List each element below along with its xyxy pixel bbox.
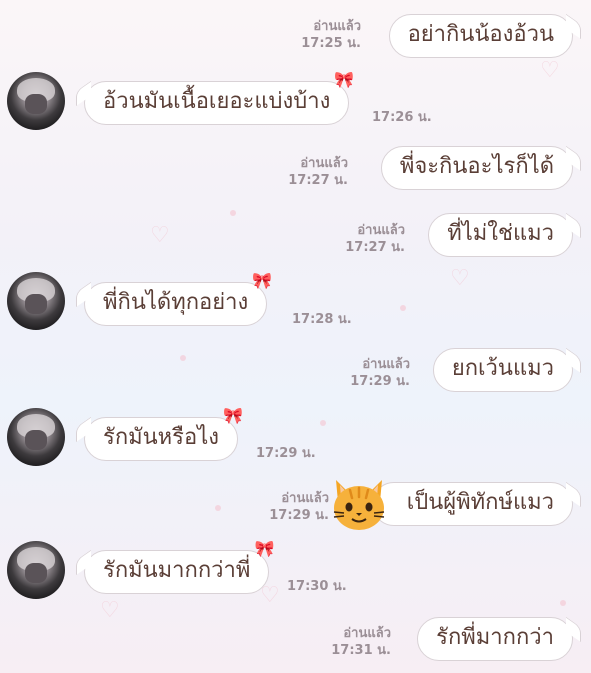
message-bubble[interactable]: อย่ากินน้องอ้วน — [388, 14, 573, 58]
contact-avatar[interactable] — [7, 272, 65, 330]
message-time: 17:25 น. — [301, 36, 361, 51]
read-receipt: อ่านแล้ว — [343, 626, 391, 641]
message-bubble[interactable]: รักมันหรือไง 🎀 — [84, 408, 243, 461]
message-time: 17:31 น. — [331, 643, 391, 658]
background-heart-icon: ♡ — [150, 223, 170, 248]
message-time: 17:28 น. — [292, 312, 352, 327]
read-receipt: อ่านแล้ว — [357, 223, 405, 238]
message-time: 17:29 น. — [256, 446, 316, 461]
background-dot — [215, 505, 221, 511]
message-bubble[interactable]: อ้วนมันเนื้อเยอะแบ่งบ้าง 🎀 — [84, 72, 354, 125]
message-time: 17:30 น. — [287, 579, 347, 594]
message-meta: อ่านแล้ว 17:27 น. — [288, 155, 348, 189]
background-heart-icon: ♡ — [100, 598, 120, 623]
read-receipt: อ่านแล้ว — [300, 156, 348, 171]
ribbon-icon: 🎀 — [223, 406, 244, 425]
ribbon-icon: 🎀 — [254, 539, 275, 558]
message-meta: อ่านแล้ว 17:27 น. — [345, 222, 405, 256]
contact-avatar[interactable] — [7, 408, 65, 466]
message-meta: อ่านแล้ว 17:25 น. — [301, 18, 361, 52]
message-time: 17:26 น. — [372, 110, 432, 125]
message-text: พี่กินได้ทุกอย่าง — [103, 290, 249, 315]
message-meta: อ่านแล้ว 17:29 น. — [350, 356, 410, 390]
ribbon-icon: 🎀 — [252, 271, 273, 290]
contact-avatar[interactable] — [7, 72, 65, 130]
message-bubble[interactable]: ยกเว้นแมว — [432, 348, 573, 392]
message-text: รักมันหรือไง — [103, 425, 220, 450]
message-time: 17:29 น. — [269, 508, 329, 523]
background-heart-icon: ♡ — [260, 583, 280, 608]
message-meta: อ่านแล้ว 17:31 น. — [331, 625, 391, 659]
background-dot — [400, 305, 406, 311]
message-bubble[interactable]: รักมันมากกว่าพี่ 🎀 — [84, 541, 274, 594]
message-time: 17:27 น. — [345, 240, 405, 255]
message-bubble[interactable]: เป็นผู้พิทักษ์แมว — [371, 482, 573, 526]
read-receipt: อ่านแล้ว — [281, 491, 329, 506]
background-heart-icon: ♡ — [540, 58, 560, 83]
background-dot — [560, 600, 566, 606]
message-text: รักมันมากกว่าพี่ — [103, 558, 251, 583]
message-bubble[interactable]: พี่จะกินอะไรก็ได้ — [380, 146, 573, 190]
message-bubble[interactable]: พี่กินได้ทุกอย่าง 🎀 — [84, 273, 272, 326]
message-text: อ้วนมันเนื้อเยอะแบ่งบ้าง — [103, 89, 331, 114]
background-dot — [230, 210, 236, 216]
ribbon-icon: 🎀 — [334, 70, 355, 89]
message-bubble[interactable]: ที่ไม่ใช่แมว — [428, 213, 573, 257]
contact-avatar[interactable] — [7, 541, 65, 599]
message-time: 17:29 น. — [350, 374, 410, 389]
read-receipt: อ่านแล้ว — [362, 357, 410, 372]
background-dot — [320, 420, 326, 426]
message-meta: อ่านแล้ว 17:29 น. — [269, 490, 329, 524]
background-dot — [180, 355, 186, 361]
cat-face-icon — [333, 480, 385, 530]
read-receipt: อ่านแล้ว — [313, 19, 361, 34]
message-time: 17:27 น. — [288, 173, 348, 188]
message-bubble[interactable]: รักพี่มากกว่า — [417, 617, 573, 661]
background-heart-icon: ♡ — [450, 266, 470, 291]
